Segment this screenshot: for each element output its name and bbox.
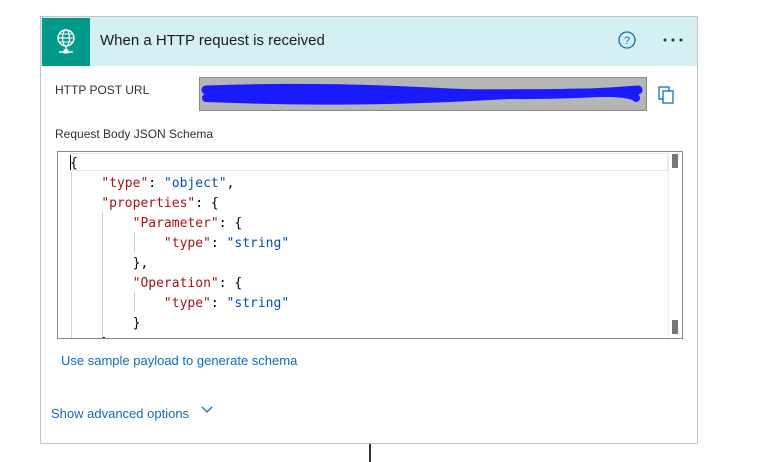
json-punctuation: },	[70, 256, 149, 271]
trigger-icon-tile	[42, 18, 90, 66]
code-line: {	[70, 154, 289, 174]
json-key: "properties"	[101, 196, 196, 211]
json-punctuation	[70, 236, 164, 251]
json-key: "type"	[101, 176, 149, 191]
json-punctuation: }	[70, 336, 109, 338]
scrollbar-marker	[672, 320, 678, 334]
json-punctuation: : {	[218, 216, 243, 231]
scrollbar-thumb[interactable]	[672, 154, 678, 168]
code-line: "properties": {	[70, 194, 289, 214]
code-line: "Parameter": {	[70, 214, 289, 234]
json-punctuation: : {	[218, 276, 243, 291]
json-key: "type"	[163, 236, 211, 251]
more-ellipsis-icon[interactable]	[661, 32, 685, 48]
editor-scrollbar[interactable]	[668, 152, 682, 338]
flow-connector-line	[369, 444, 371, 462]
json-string: "object"	[163, 176, 227, 191]
show-advanced-options-link[interactable]: Show advanced options	[51, 406, 189, 421]
http-post-url-field[interactable]	[199, 77, 647, 111]
svg-text:?: ?	[624, 35, 630, 47]
json-punctuation: }	[70, 316, 141, 331]
code-line: "type": "string"	[70, 294, 289, 314]
json-schema-editor[interactable]: { "type": "object", "properties": { "Par…	[57, 151, 683, 339]
code-line: }	[70, 334, 289, 338]
request-body-schema-label: Request Body JSON Schema	[55, 127, 214, 141]
generate-schema-link[interactable]: Use sample payload to generate schema	[61, 353, 297, 368]
card-title: When a HTTP request is received	[100, 32, 325, 49]
json-punctuation	[70, 176, 101, 191]
json-punctuation: :	[148, 176, 164, 191]
card-header[interactable]: When a HTTP request is received ?	[41, 17, 697, 66]
code-line: "type": "string"	[70, 234, 289, 254]
json-punctuation: {	[70, 156, 78, 171]
json-punctuation: ,	[226, 176, 235, 191]
code-line: "type": "object",	[70, 174, 289, 194]
json-punctuation: :	[210, 236, 227, 251]
text-cursor	[70, 155, 71, 170]
json-string: "string"	[226, 296, 290, 311]
chevron-down-icon[interactable]	[201, 406, 213, 414]
code-line: },	[70, 254, 289, 274]
json-string: "string"	[226, 236, 290, 251]
json-punctuation	[70, 276, 133, 291]
code-line: }	[70, 314, 289, 334]
globe-network-icon	[57, 29, 75, 54]
json-punctuation	[70, 296, 164, 311]
code-line: "Operation": {	[70, 274, 289, 294]
json-punctuation	[70, 196, 101, 211]
copy-icon[interactable]	[657, 86, 675, 104]
help-circle-icon[interactable]: ?	[618, 31, 636, 49]
trigger-card: When a HTTP request is received ? HTTP P…	[40, 16, 698, 444]
json-key: "Parameter"	[132, 216, 219, 231]
json-punctuation: : {	[195, 196, 219, 211]
schema-code: { "type": "object", "properties": { "Par…	[70, 154, 289, 338]
json-key: "type"	[163, 296, 211, 311]
json-punctuation: :	[210, 296, 227, 311]
url-redaction-scribble	[201, 83, 643, 105]
json-punctuation	[70, 216, 133, 231]
json-key: "Operation"	[132, 276, 219, 291]
http-post-url-label: HTTP POST URL	[55, 83, 150, 97]
